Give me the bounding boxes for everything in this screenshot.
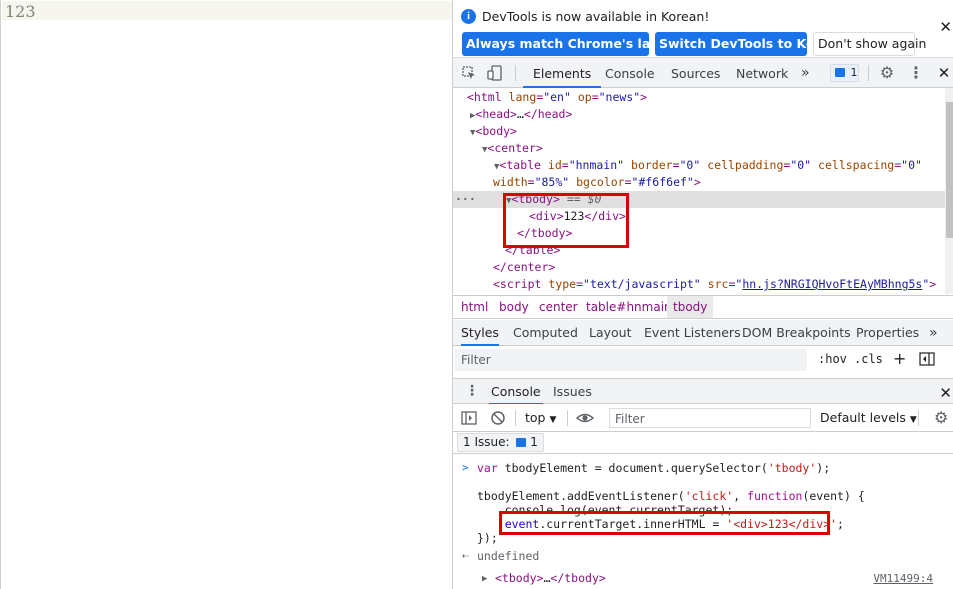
tab-styles[interactable]: Styles <box>461 320 499 346</box>
highlight-box-innerhtml <box>499 511 830 535</box>
dom-node[interactable]: ▶<head>…</head> <box>453 106 945 123</box>
drawer-menu-icon[interactable]: ⋮ <box>465 383 479 399</box>
filter-placeholder: Filter <box>615 412 645 426</box>
scrollbar-thumb[interactable] <box>946 102 953 238</box>
gear-icon[interactable]: ⚙ <box>934 408 948 427</box>
message-icon <box>516 438 527 447</box>
class-toggle[interactable]: .cls <box>854 352 883 366</box>
breadcrumb-center[interactable]: center <box>533 296 584 318</box>
dom-node[interactable]: ▼<body> <box>453 123 945 140</box>
close-icon[interactable]: ✕ <box>936 65 952 81</box>
clear-console-icon[interactable] <box>490 410 506 429</box>
more-tabs-icon[interactable]: » <box>801 58 810 88</box>
page-viewport: 123 <box>0 0 452 589</box>
highlight-box-tbody <box>503 193 629 248</box>
dom-node[interactable]: <script type="text/javascript" src="hn.j… <box>453 276 945 293</box>
issues-badge[interactable]: 1 <box>830 64 859 82</box>
dom-node[interactable]: ▼<center> <box>453 140 945 157</box>
dom-node[interactable]: <html lang="en" op="news"> <box>453 89 945 106</box>
console-toolbar: top ▼ Filter Default levels ▼ ⚙ <box>453 404 953 432</box>
tab-event-listeners[interactable]: Event Listeners <box>644 320 741 346</box>
language-infobar: i DevTools is now available in Korean! ✕… <box>453 0 953 58</box>
dont-show-again-button[interactable]: Don't show again <box>813 32 926 56</box>
page-table-row[interactable]: 123 <box>2 1 452 21</box>
switch-to-korean-button[interactable]: Switch DevTools to Korean <box>655 32 847 56</box>
console-filter-input[interactable]: Filter <box>609 408 811 428</box>
breadcrumb-table[interactable]: table#hnmain <box>580 296 678 318</box>
expand-arrow-icon[interactable]: ▶ <box>482 572 487 586</box>
styles-filter-row: Filter :hov .cls + <box>453 347 953 373</box>
breadcrumb: html body center table#hnmain tbody <box>453 295 953 319</box>
tab-elements[interactable]: Elements <box>523 58 602 88</box>
tab-sources[interactable]: Sources <box>671 58 720 88</box>
issues-label: 1 Issue: <box>463 435 510 449</box>
dom-node[interactable]: </center> <box>453 259 945 276</box>
dropdown-arrow-icon: ▼ <box>909 415 917 425</box>
dropdown-arrow-icon: ▼ <box>549 415 557 425</box>
log-levels-dropdown[interactable]: Default levels ▼ <box>820 410 917 425</box>
return-arrow-icon: ⇠ <box>462 549 469 562</box>
console-log-output[interactable]: <tbody>…</tbody> <box>495 571 606 585</box>
context-selector[interactable]: top ▼ <box>525 410 556 425</box>
devtools-panel: i DevTools is now available in Korean! ✕… <box>452 0 953 589</box>
tab-layout[interactable]: Layout <box>589 320 632 346</box>
inspect-element-icon[interactable] <box>461 65 477 85</box>
dom-tree: <html lang="en" op="news"> ▶<head>…</hea… <box>453 88 945 294</box>
info-icon: i <box>461 9 476 24</box>
breadcrumb-body[interactable]: body <box>493 296 535 318</box>
toolbar-divider <box>515 410 516 426</box>
console-input-line: tbodyElement.addEventListener('click', f… <box>477 489 865 503</box>
console-input-line: }); <box>477 531 498 545</box>
dom-node[interactable]: width="85%" bgcolor="#f6f6ef"> <box>453 174 945 191</box>
context-selector-value: top <box>525 410 546 425</box>
issues-counter-button[interactable]: 1 Issue: 1 <box>457 433 544 452</box>
tab-console[interactable]: Console <box>605 58 655 88</box>
toolbar-divider <box>868 65 869 81</box>
styles-filter-input[interactable]: Filter <box>455 349 807 371</box>
issues-badge-count: 1 <box>850 66 858 79</box>
device-toolbar-icon[interactable] <box>487 65 503 85</box>
close-icon[interactable]: ✕ <box>939 20 952 35</box>
console-input-line: var tbodyElement = document.querySelecto… <box>477 461 831 475</box>
eye-icon[interactable] <box>575 410 595 429</box>
filter-placeholder: Filter <box>461 353 491 367</box>
dom-scrollbar[interactable] <box>945 88 953 294</box>
console-result: undefined <box>477 549 540 563</box>
tab-properties[interactable]: Properties <box>856 320 919 346</box>
prompt-chevron-icon: > <box>462 461 469 474</box>
add-style-rule-button[interactable]: + <box>893 349 906 368</box>
toggle-sidebar-icon[interactable] <box>919 352 935 369</box>
close-icon[interactable]: ✕ <box>939 384 952 402</box>
main-toolbar: Elements Console Sources Network » 1 ⚙ ⋮… <box>453 58 953 88</box>
page-text: 123 <box>5 2 36 21</box>
drawer-tab-issues[interactable]: Issues <box>553 379 592 405</box>
breadcrumb-tbody[interactable]: tbody <box>667 296 714 318</box>
infobar-message: DevTools is now available in Korean! <box>482 9 710 24</box>
console-output: > var tbodyElement = document.querySelec… <box>453 458 953 589</box>
source-link[interactable]: VM11499:4 <box>873 572 933 586</box>
gear-icon[interactable]: ⚙ <box>879 65 895 81</box>
issues-count: 1 <box>530 435 538 449</box>
kebab-menu-icon[interactable]: ⋮ <box>908 65 924 81</box>
drawer-tab-console[interactable]: Console <box>489 379 543 405</box>
toolbar-divider <box>567 410 568 426</box>
dom-node[interactable]: ▼<table id="hnmain" border="0" cellpaddi… <box>453 157 945 174</box>
drawer-header: ⋮ Console Issues ✕ <box>453 378 953 405</box>
show-sidebar-icon[interactable] <box>461 410 477 429</box>
log-levels-value: Default levels <box>820 410 906 425</box>
breadcrumb-html[interactable]: html <box>455 296 494 318</box>
styles-pane-tabs: Styles Computed Layout Event Listeners D… <box>453 320 953 346</box>
hover-state-toggle[interactable]: :hov <box>818 352 847 366</box>
more-tabs-icon[interactable]: » <box>929 320 938 346</box>
tab-computed[interactable]: Computed <box>513 320 578 346</box>
issues-row: 1 Issue: 1 <box>453 432 953 454</box>
toolbar-divider <box>515 65 516 81</box>
message-icon <box>835 68 845 77</box>
tab-dom-breakpoints[interactable]: DOM Breakpoints <box>742 320 851 346</box>
tab-network[interactable]: Network <box>736 58 788 88</box>
toolbar-divider <box>918 410 919 426</box>
always-match-language-button[interactable]: Always match Chrome's language <box>462 32 703 56</box>
